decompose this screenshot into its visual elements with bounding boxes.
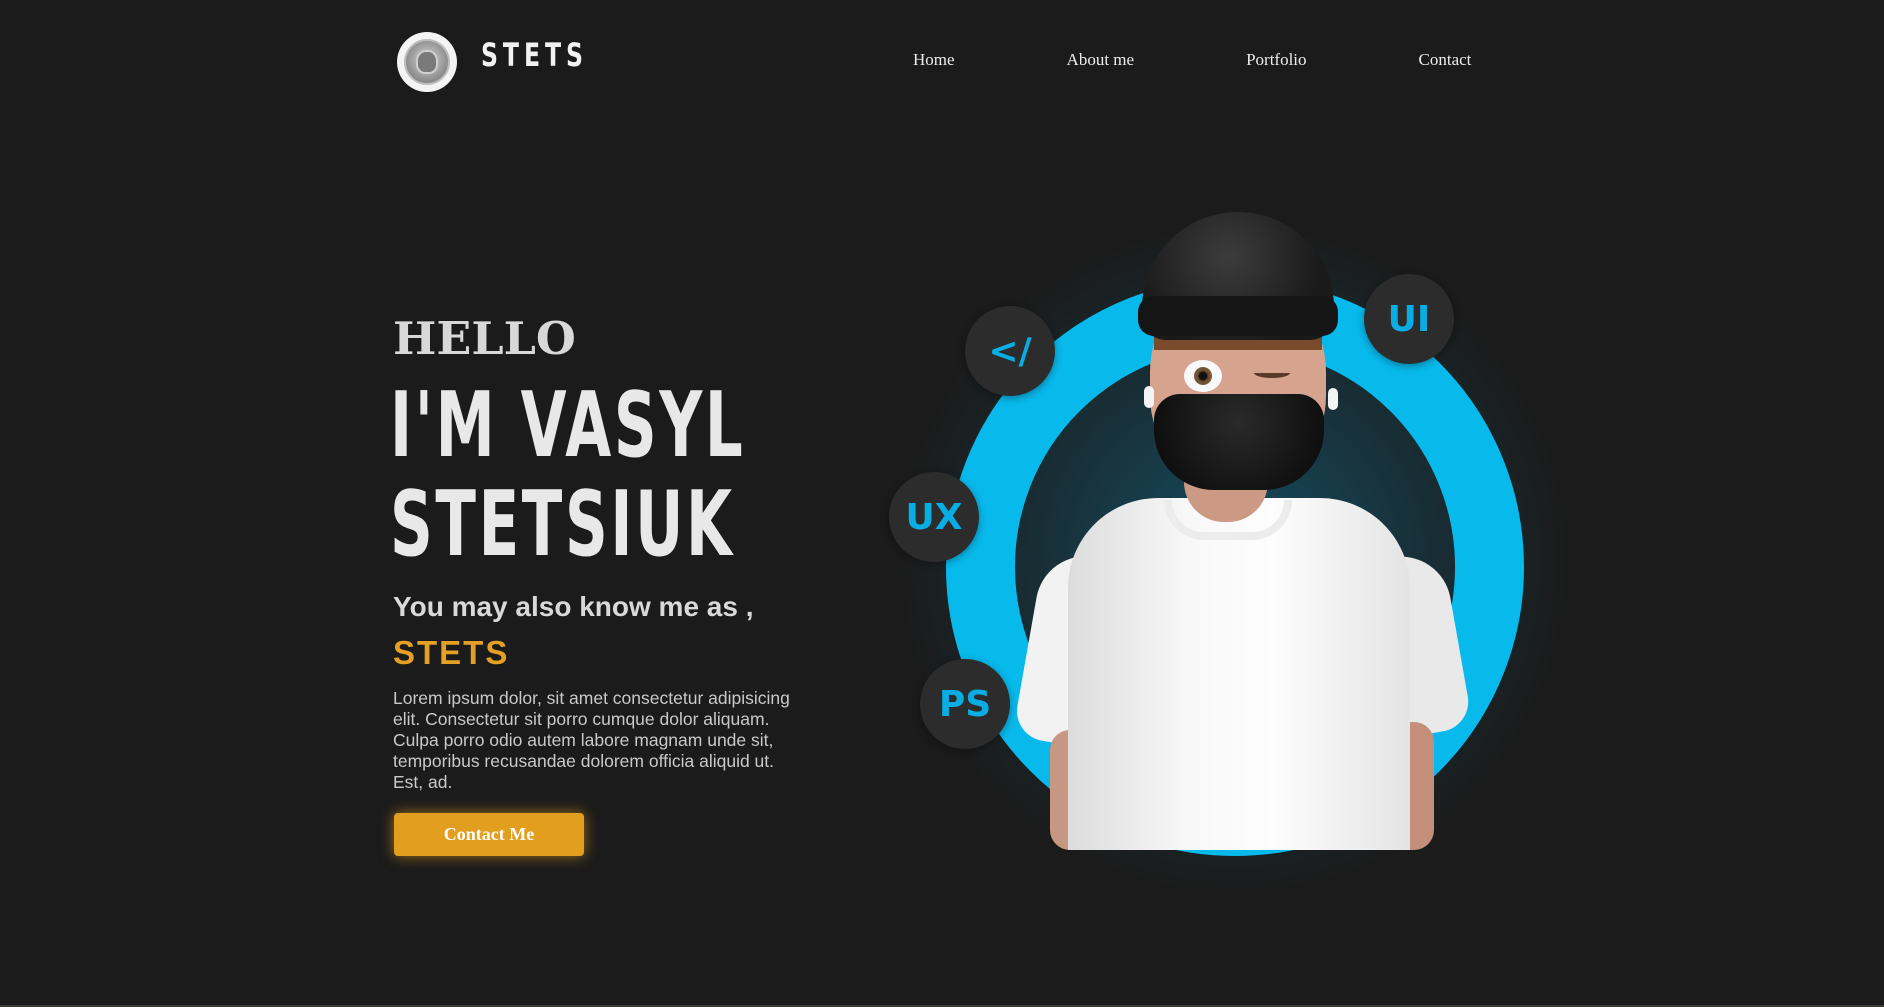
hero-name-line-1: I'M VASYL (390, 373, 746, 478)
hero-name-line-2: STETSIUK (390, 472, 735, 577)
hero-visual: </ UI UX PS (860, 150, 1680, 910)
logo[interactable] (397, 32, 457, 92)
main-nav: Home About me Portfolio Contact (913, 50, 1471, 70)
medallion-icon (404, 39, 450, 85)
nav-portfolio[interactable]: Portfolio (1246, 50, 1306, 70)
hero-greeting: HELLO (393, 312, 576, 365)
avatar-collar (1164, 500, 1292, 540)
medallion-face (416, 50, 438, 74)
avatar-tshirt (1068, 498, 1410, 850)
hero-description: Lorem ipsum dolor, sit amet consectetur … (393, 688, 790, 792)
skill-ux-badge: UX (889, 472, 979, 562)
skill-code-badge: </ (965, 306, 1055, 396)
avatar-wink (1254, 368, 1290, 378)
contact-me-button[interactable]: Contact Me (394, 813, 584, 856)
site-header: STETS Home About me Portfolio Contact (393, 30, 1493, 94)
nav-about-me[interactable]: About me (1067, 50, 1135, 70)
hero-nickname: STETS (393, 634, 510, 671)
airpod-left-icon (1144, 386, 1154, 408)
avatar-beanie-fold (1138, 296, 1338, 336)
nav-contact[interactable]: Contact (1419, 50, 1472, 70)
avatar-face-mask (1154, 394, 1324, 490)
avatar-iris (1194, 367, 1212, 385)
skill-ps-badge: PS (920, 659, 1010, 749)
nav-home[interactable]: Home (913, 50, 955, 70)
brand-name[interactable]: STETS (481, 36, 588, 74)
skill-ui-badge: UI (1364, 274, 1454, 364)
hero-aka: You may also know me as , (393, 591, 754, 622)
avatar-eye (1184, 360, 1222, 392)
airpod-right-icon (1328, 388, 1338, 410)
